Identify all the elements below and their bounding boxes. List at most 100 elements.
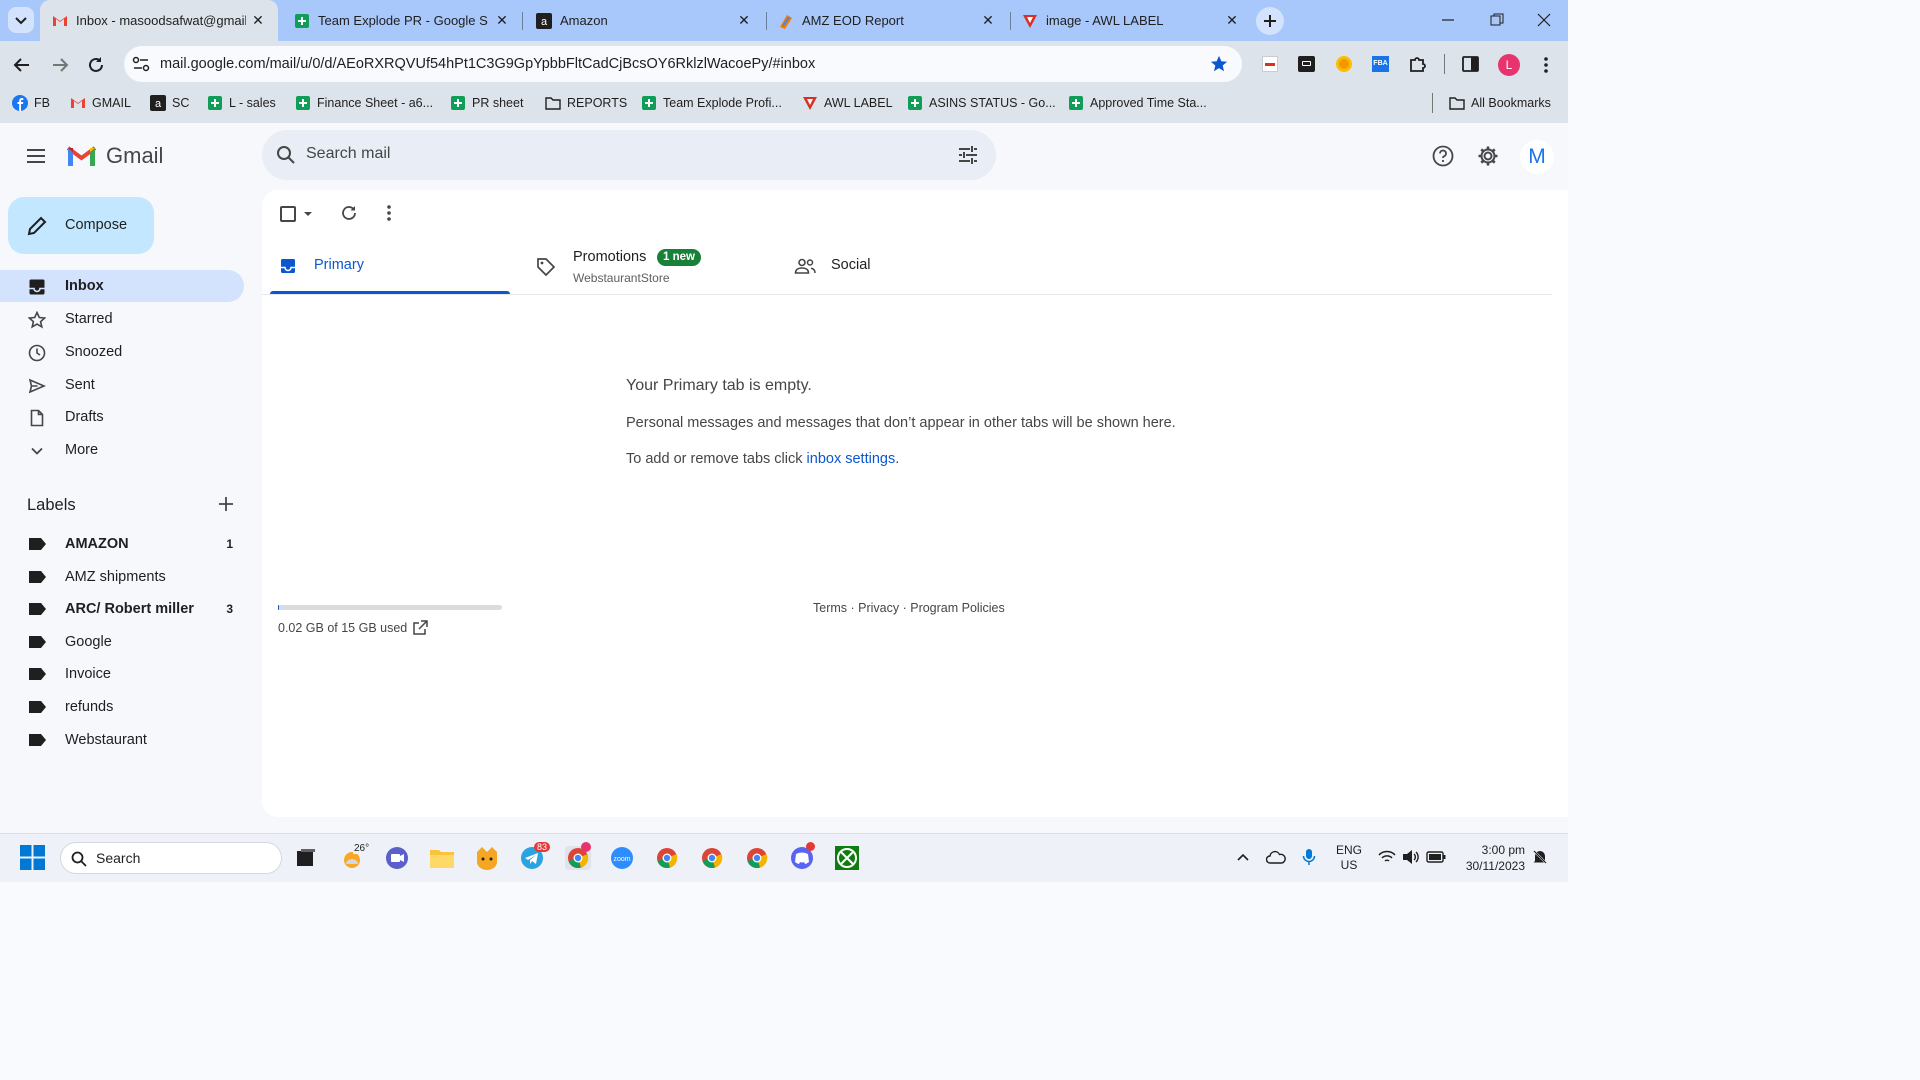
weather-widget[interactable]: 26°: [340, 843, 371, 870]
tab-social[interactable]: Social: [784, 245, 1040, 295]
nav-snoozed[interactable]: Snoozed: [0, 336, 244, 368]
tab-promotions[interactable]: Promotions 1 new WebstaurantStore: [526, 245, 782, 295]
extensions-button[interactable]: [1408, 55, 1426, 73]
language-indicator[interactable]: ENG US: [1336, 843, 1362, 873]
nav-sent[interactable]: Sent: [0, 369, 244, 401]
notifications-button[interactable]: [1532, 849, 1548, 865]
bookmark-gmail[interactable]: GMAIL: [70, 87, 131, 118]
label-webstaurant[interactable]: Webstaurant: [0, 724, 244, 756]
bookmark-l-sales[interactable]: L - sales: [207, 87, 276, 118]
bookmark-finance-sheet[interactable]: Finance Sheet - a6...: [295, 87, 433, 118]
support-button[interactable]: [1432, 145, 1454, 167]
tab-awl-label[interactable]: image - AWL LABEL ✕: [1012, 0, 1252, 41]
select-all-checkbox[interactable]: [280, 206, 296, 222]
label-arc-robert-miller[interactable]: ARC/ Robert miller 3: [0, 593, 244, 625]
bookmark-sc[interactable]: a SC: [150, 87, 189, 118]
xbox-icon[interactable]: [834, 846, 860, 870]
close-icon[interactable]: ✕: [736, 12, 752, 28]
file-explorer-icon[interactable]: [429, 846, 455, 870]
extension-1-icon[interactable]: [1262, 56, 1278, 72]
taskbar-search[interactable]: Search: [60, 842, 282, 874]
back-button[interactable]: [12, 55, 32, 75]
nav-starred[interactable]: Starred: [0, 303, 244, 335]
zoom-icon[interactable]: zoom: [609, 846, 635, 870]
main-menu-button[interactable]: [26, 146, 46, 166]
tab-team-explode-pr[interactable]: Team Explode PR - Google She ✕: [282, 0, 522, 41]
label-refunds[interactable]: refunds: [0, 691, 244, 723]
more-actions-button[interactable]: [385, 204, 393, 222]
select-dropdown[interactable]: [302, 208, 314, 220]
wifi-icon[interactable]: [1378, 850, 1396, 864]
reload-button[interactable]: [86, 55, 106, 75]
extension-2-icon[interactable]: [1298, 56, 1315, 72]
search-bar[interactable]: Search mail: [262, 130, 996, 180]
program-policies-link[interactable]: Program Policies: [910, 601, 1004, 615]
telegram-icon[interactable]: 83: [520, 842, 551, 870]
task-view-icon[interactable]: [294, 846, 320, 870]
close-window-button[interactable]: [1536, 12, 1552, 28]
search-options-icon[interactable]: [958, 146, 978, 164]
profile-avatar[interactable]: L: [1498, 54, 1520, 76]
bookmark-fb[interactable]: FB: [12, 87, 50, 118]
gmail-logo[interactable]: Gmail: [66, 143, 176, 169]
bookmark-star-icon[interactable]: [1210, 55, 1228, 73]
tab-search-button[interactable]: [8, 7, 34, 33]
show-hidden-icons[interactable]: [1236, 850, 1250, 864]
minimize-button[interactable]: [1440, 12, 1456, 28]
clock[interactable]: 3:00 pm 30/11/2023: [1455, 842, 1525, 874]
url-text[interactable]: mail.google.com/mail/u/0/d/AEoRXRQVUf54h…: [160, 56, 815, 72]
extension-fba-icon[interactable]: FBA: [1372, 56, 1389, 72]
all-bookmarks[interactable]: All Bookmarks: [1449, 87, 1551, 118]
teams-chat-icon[interactable]: [384, 846, 410, 870]
microphone-icon[interactable]: [1302, 848, 1316, 866]
search-input[interactable]: Search mail: [306, 145, 390, 163]
tab-amz-eod-report[interactable]: AMZ EOD Report ✕: [768, 0, 1008, 41]
volume-icon[interactable]: [1402, 849, 1420, 865]
start-button[interactable]: [20, 845, 45, 870]
search-icon[interactable]: [276, 145, 296, 165]
new-tab-button[interactable]: [1256, 7, 1284, 35]
bookmark-approved-time[interactable]: Approved Time Sta...: [1068, 87, 1207, 118]
label-invoice[interactable]: Invoice: [0, 658, 244, 690]
bookmark-pr-sheet[interactable]: PR sheet: [450, 87, 523, 118]
compose-button[interactable]: Compose: [8, 197, 154, 254]
bookmark-folder-reports[interactable]: REPORTS: [545, 87, 627, 118]
app-icon-fox[interactable]: [474, 846, 500, 870]
forward-button[interactable]: [50, 55, 70, 75]
discord-icon[interactable]: [789, 842, 815, 870]
settings-button[interactable]: [1477, 145, 1499, 167]
side-panel-button[interactable]: [1462, 56, 1479, 72]
tab-primary[interactable]: Primary: [270, 245, 510, 295]
label-amz-shipments[interactable]: AMZ shipments: [0, 561, 244, 593]
close-icon[interactable]: ✕: [250, 12, 266, 28]
close-icon[interactable]: ✕: [1224, 12, 1240, 28]
menu-button[interactable]: [1542, 56, 1550, 74]
bookmark-team-explode[interactable]: Team Explode Profi...: [641, 87, 782, 118]
address-bar[interactable]: mail.google.com/mail/u/0/d/AEoRXRQVUf54h…: [124, 46, 1242, 82]
tab-gmail-inbox[interactable]: Inbox - masoodsafwat@gmail. ✕: [40, 0, 278, 41]
account-avatar[interactable]: M: [1520, 140, 1554, 174]
inbox-settings-link[interactable]: inbox settings: [807, 451, 896, 467]
site-info-icon[interactable]: [132, 56, 150, 72]
close-icon[interactable]: ✕: [494, 12, 510, 28]
bookmark-awl-label[interactable]: AWL LABEL: [802, 87, 893, 118]
create-label-button[interactable]: [218, 496, 234, 512]
refresh-button[interactable]: [340, 204, 358, 222]
chrome-icon-profile-2[interactable]: [654, 846, 680, 870]
tab-amazon[interactable]: a Amazon ✕: [524, 0, 764, 41]
battery-icon[interactable]: [1426, 850, 1446, 864]
label-amazon[interactable]: AMAZON 1: [0, 528, 244, 560]
label-google[interactable]: Google: [0, 626, 244, 658]
chrome-icon-profile-4[interactable]: [744, 846, 770, 870]
bookmark-asins-status[interactable]: ASINS STATUS - Go...: [907, 87, 1056, 118]
nav-inbox[interactable]: Inbox: [0, 270, 244, 302]
close-icon[interactable]: ✕: [980, 12, 996, 28]
extension-3-icon[interactable]: [1336, 56, 1352, 72]
nav-drafts[interactable]: Drafts: [0, 401, 244, 433]
chrome-icon-profile-3[interactable]: [699, 846, 725, 870]
manage-storage-link[interactable]: [412, 620, 428, 636]
onedrive-icon[interactable]: [1266, 850, 1286, 864]
terms-link[interactable]: Terms: [813, 601, 847, 615]
chrome-icon-active[interactable]: [565, 842, 591, 870]
privacy-link[interactable]: Privacy: [858, 601, 899, 615]
